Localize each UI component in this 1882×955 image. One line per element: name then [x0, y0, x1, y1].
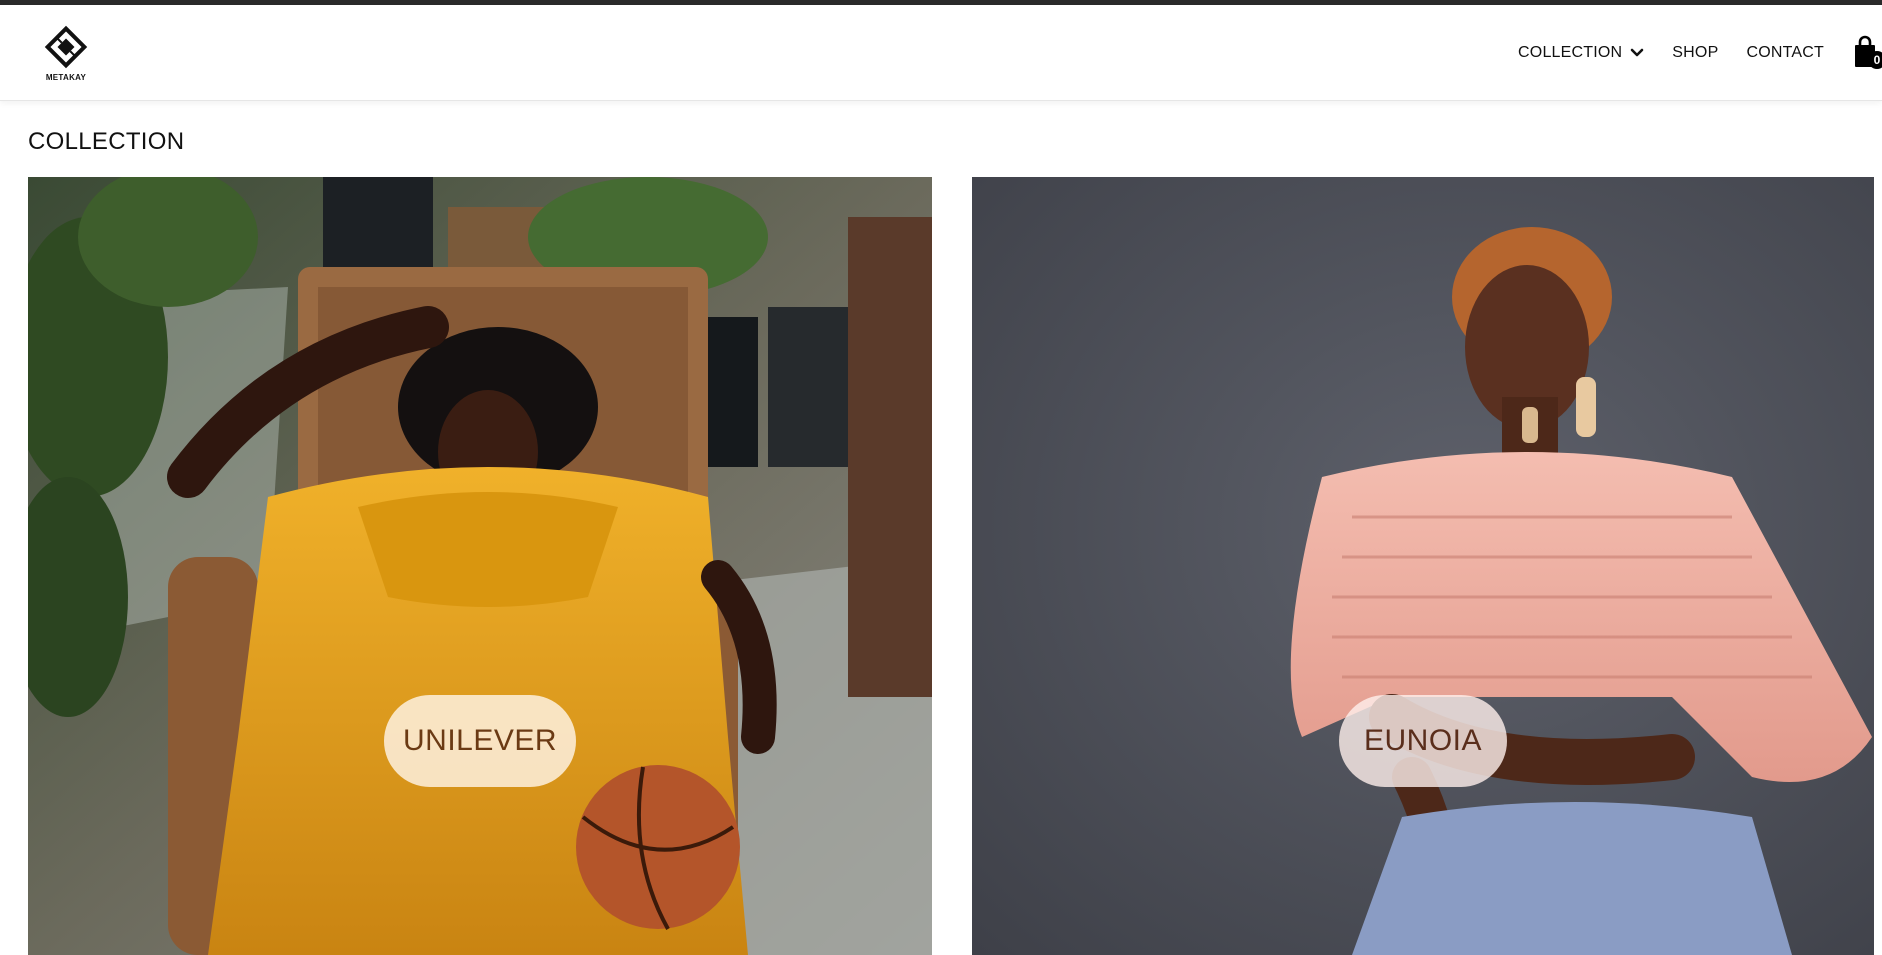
collection-card-unilever[interactable]: UNILEVER — [28, 177, 932, 955]
logo[interactable]: METAKAY — [40, 25, 92, 91]
nav-contact[interactable]: CONTACT — [1746, 44, 1824, 62]
collection-label-unilever-text: UNILEVER — [402, 724, 558, 757]
eunoia-collection-image — [972, 177, 1874, 955]
nav-collection-label: COLLECTION — [1518, 44, 1623, 61]
collection-label-eunoia: EUNOIA — [1339, 695, 1507, 787]
nav-shop[interactable]: SHOP — [1672, 44, 1718, 62]
brand-name: METAKAY — [45, 73, 87, 82]
chevron-down-icon — [1630, 48, 1644, 57]
site-header: METAKAY COLLECTION SHOP CONTACT 0 — [0, 5, 1882, 101]
diamond-logo-icon — [44, 25, 88, 69]
main-nav: COLLECTION SHOP CONTACT 0 — [1518, 5, 1882, 101]
cart-count-badge: 0 — [1868, 51, 1882, 69]
collection-label-unilever: UNILEVER — [384, 695, 576, 787]
nav-shop-label: SHOP — [1672, 44, 1719, 61]
nav-contact-label: CONTACT — [1746, 44, 1824, 61]
collection-label-eunoia-text: EUNOIA — [1363, 724, 1483, 757]
collection-card-eunoia[interactable]: EUNOIA — [972, 177, 1874, 955]
cart-button[interactable]: 0 — [1852, 35, 1882, 71]
page-title: COLLECTION — [28, 128, 185, 155]
nav-collection[interactable]: COLLECTION — [1518, 44, 1644, 62]
unilever-collection-image — [28, 177, 932, 955]
